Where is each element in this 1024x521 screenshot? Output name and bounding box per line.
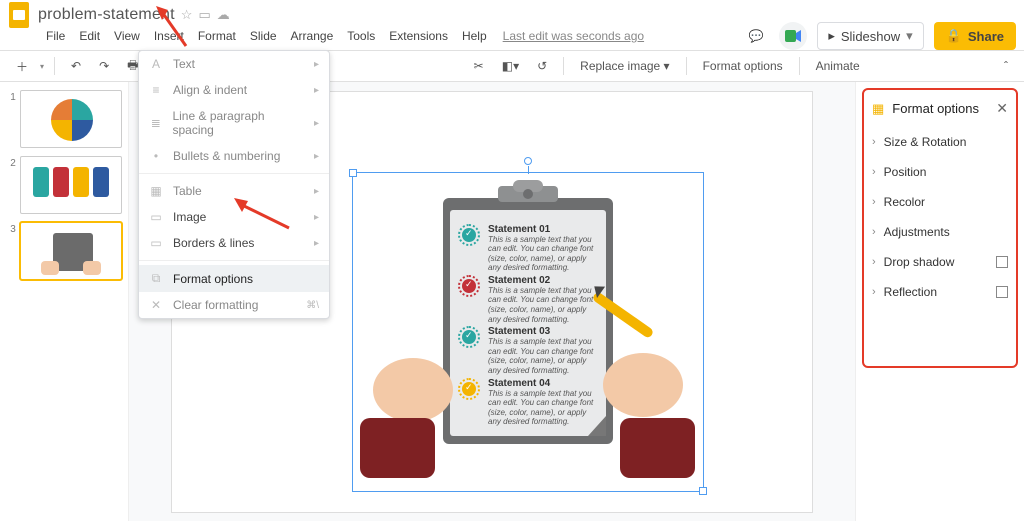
slideshow-label: Slideshow bbox=[841, 29, 900, 44]
move-icon[interactable]: ▭ bbox=[198, 7, 210, 23]
menu-arrange[interactable]: Arrange bbox=[285, 27, 340, 45]
menu-slide[interactable]: Slide bbox=[244, 27, 283, 45]
statement-title: Statement 03 bbox=[488, 326, 598, 337]
menu-bullets[interactable]: •Bullets & numbering▸ bbox=[139, 143, 329, 169]
thumb-number: 2 bbox=[6, 156, 16, 214]
thumb-number: 1 bbox=[6, 90, 16, 148]
share-label: Share bbox=[968, 29, 1004, 44]
statement-body: This is a sample text that you can edit.… bbox=[488, 286, 598, 324]
chevron-right-icon: › bbox=[872, 166, 876, 178]
panel-reflection[interactable]: ›Reflection bbox=[866, 277, 1014, 307]
panel-drop-shadow[interactable]: ›Drop shadow bbox=[866, 247, 1014, 277]
format-panel: ▦ Format options ✕ ›Size & Rotation ›Pos… bbox=[856, 82, 1024, 521]
lock-icon: 🔒 bbox=[946, 28, 962, 44]
format-icon: ▦ bbox=[872, 101, 884, 117]
doc-title[interactable]: problem-statement bbox=[38, 6, 175, 24]
menu-text[interactable]: AText▸ bbox=[139, 51, 329, 77]
slide-thumb-1[interactable] bbox=[20, 90, 122, 148]
clipboard-image[interactable]: Statement 01This is a sample text that y… bbox=[358, 180, 698, 490]
chevron-right-icon: › bbox=[872, 136, 876, 148]
annotation-arrow bbox=[234, 198, 294, 234]
play-icon: ▸ bbox=[828, 28, 835, 44]
hide-menus-button[interactable]: ˆ bbox=[998, 56, 1014, 76]
menu-format[interactable]: Format bbox=[192, 27, 242, 45]
slideshow-button[interactable]: ▸ Slideshow ▾ bbox=[817, 22, 923, 50]
undo-button[interactable]: ↶ bbox=[65, 56, 87, 76]
menu-align[interactable]: ≡Align & indent▸ bbox=[139, 77, 329, 103]
chevron-right-icon: › bbox=[872, 256, 876, 268]
mask-button[interactable]: ◧▾ bbox=[496, 56, 525, 76]
panel-adjustments[interactable]: ›Adjustments bbox=[866, 217, 1014, 247]
menu-clear-formatting[interactable]: ✕Clear formatting⌘\ bbox=[139, 292, 329, 318]
reset-image-button[interactable]: ↺ bbox=[531, 56, 553, 76]
menu-view[interactable]: View bbox=[108, 27, 146, 45]
menu-tools[interactable]: Tools bbox=[341, 27, 381, 45]
menu-file[interactable]: File bbox=[40, 27, 71, 45]
statement-title: Statement 01 bbox=[488, 224, 598, 235]
statement-body: This is a sample text that you can edit.… bbox=[488, 235, 598, 273]
slides-logo bbox=[8, 1, 30, 29]
share-button[interactable]: 🔒 Share bbox=[934, 22, 1016, 50]
rotate-handle[interactable] bbox=[524, 157, 532, 165]
slide-thumb-3[interactable] bbox=[20, 222, 122, 280]
panel-title: Format options bbox=[892, 101, 979, 116]
redo-button[interactable]: ↷ bbox=[93, 56, 115, 76]
chevron-right-icon: › bbox=[872, 286, 876, 298]
menu-extensions[interactable]: Extensions bbox=[383, 27, 454, 45]
replace-image-button[interactable]: Replace image ▾ bbox=[574, 56, 675, 76]
format-menu: AText▸ ≡Align & indent▸ ≣Line & paragrap… bbox=[138, 50, 330, 319]
format-options-button[interactable]: Format options bbox=[697, 56, 789, 76]
menu-edit[interactable]: Edit bbox=[73, 27, 106, 45]
panel-size-rotation[interactable]: ›Size & Rotation bbox=[866, 127, 1014, 157]
caret-icon: ▾ bbox=[906, 28, 913, 44]
new-slide-button[interactable]: ＋ bbox=[10, 55, 34, 78]
meet-icon[interactable] bbox=[779, 22, 807, 50]
chevron-right-icon: › bbox=[872, 226, 876, 238]
chevron-right-icon: › bbox=[872, 196, 876, 208]
close-icon[interactable]: ✕ bbox=[996, 100, 1008, 117]
thumb-number: 3 bbox=[6, 222, 16, 280]
slide-thumb-2[interactable] bbox=[20, 156, 122, 214]
checkbox[interactable] bbox=[996, 286, 1008, 298]
annotation-arrow bbox=[156, 6, 196, 50]
statement-title: Statement 02 bbox=[488, 275, 598, 286]
checkbox[interactable] bbox=[996, 256, 1008, 268]
menu-line-spacing[interactable]: ≣Line & paragraph spacing▸ bbox=[139, 103, 329, 143]
last-edit-link[interactable]: Last edit was seconds ago bbox=[503, 29, 644, 43]
statement-body: This is a sample text that you can edit.… bbox=[488, 337, 598, 375]
panel-recolor[interactable]: ›Recolor bbox=[866, 187, 1014, 217]
animate-button[interactable]: Animate bbox=[810, 56, 866, 76]
cloud-icon[interactable]: ☁ bbox=[217, 7, 230, 23]
crop-button[interactable]: ✂ bbox=[468, 56, 490, 76]
statement-title: Statement 04 bbox=[488, 378, 598, 389]
filmstrip: 1 2 3 bbox=[0, 82, 128, 521]
menu-help[interactable]: Help bbox=[456, 27, 493, 45]
statement-body: This is a sample text that you can edit.… bbox=[488, 389, 598, 427]
menu-format-options[interactable]: ⧉Format options bbox=[139, 265, 329, 292]
panel-position[interactable]: ›Position bbox=[866, 157, 1014, 187]
comments-icon[interactable]: 💬 bbox=[743, 23, 769, 49]
